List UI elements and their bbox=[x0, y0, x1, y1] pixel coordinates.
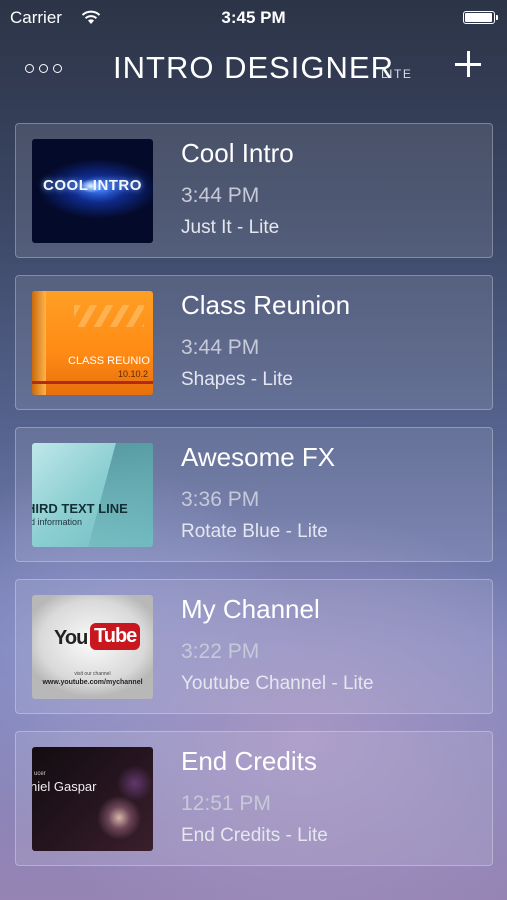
nav-bar: INTRO DESIGNER LITE bbox=[0, 36, 507, 104]
thumbnail-text: COOL INTRO bbox=[43, 177, 142, 194]
battery-icon bbox=[463, 11, 498, 24]
project-template: Rotate Blue - Lite bbox=[181, 521, 328, 542]
youtube-logo-badge: Tube bbox=[90, 623, 141, 650]
thumbnail-band bbox=[32, 381, 153, 384]
app-edition-label: LITE bbox=[381, 67, 413, 81]
project-item-awesome-fx[interactable]: HIRD TEXT LINE d information Awesome FX … bbox=[15, 427, 493, 562]
project-time: 3:22 PM bbox=[181, 640, 260, 663]
project-template: Just It - Lite bbox=[181, 217, 280, 238]
thumbnail-role-text: ucer bbox=[34, 771, 46, 777]
thumbnail-spine bbox=[32, 291, 46, 395]
project-time: 3:36 PM bbox=[181, 488, 260, 511]
thumbnail-url: www.youtube.com/mychannel bbox=[42, 679, 143, 686]
project-title: End Credits bbox=[181, 746, 317, 776]
project-item-class-reunion[interactable]: CLASS REUNIO 10.10.2 Class Reunion 3:44 … bbox=[15, 275, 493, 410]
app-title: INTRO DESIGNER bbox=[113, 50, 394, 85]
thumbnail-pattern bbox=[74, 305, 144, 327]
thumbnail-subtext: d information bbox=[32, 517, 83, 527]
project-item-end-credits[interactable]: ucer niel Gaspar End Credits 12:51 PM En… bbox=[15, 731, 493, 866]
project-list: COOL INTRO Cool Intro 3:44 PM Just It - … bbox=[15, 123, 493, 883]
project-template: Shapes - Lite bbox=[181, 369, 293, 390]
project-thumbnail: ucer niel Gaspar bbox=[32, 747, 153, 851]
battery-level bbox=[465, 13, 492, 22]
thumbnail-date: 10.10.2 bbox=[118, 369, 149, 379]
project-template: Youtube Channel - Lite bbox=[181, 673, 374, 694]
project-title: My Channel bbox=[181, 594, 320, 624]
thumbnail-visit-text: visit our channel bbox=[74, 671, 111, 677]
project-thumbnail: HIRD TEXT LINE d information bbox=[32, 443, 153, 547]
app-title-group: INTRO DESIGNER bbox=[0, 50, 507, 86]
add-project-button[interactable] bbox=[455, 51, 481, 77]
project-thumbnail: COOL INTRO bbox=[32, 139, 153, 243]
project-item-my-channel[interactable]: You Tube visit our channel www.youtube.c… bbox=[15, 579, 493, 714]
status-time: 3:45 PM bbox=[221, 8, 286, 27]
project-time: 3:44 PM bbox=[181, 184, 260, 207]
project-title: Awesome FX bbox=[181, 442, 336, 472]
project-time: 3:44 PM bbox=[181, 336, 260, 359]
thumbnail-text: HIRD TEXT LINE bbox=[32, 501, 128, 516]
thumbnail-panel bbox=[88, 443, 153, 547]
project-thumbnail: You Tube visit our channel www.youtube.c… bbox=[32, 595, 153, 699]
thumbnail-text: CLASS REUNIO bbox=[68, 355, 150, 367]
status-bar: Carrier 3:45 PM bbox=[0, 0, 507, 36]
youtube-logo-text: You bbox=[54, 627, 88, 649]
project-title: Cool Intro bbox=[181, 138, 294, 168]
project-template: End Credits - Lite bbox=[181, 825, 328, 846]
project-title: Class Reunion bbox=[181, 290, 351, 320]
project-time: 12:51 PM bbox=[181, 792, 271, 815]
project-item-cool-intro[interactable]: COOL INTRO Cool Intro 3:44 PM Just It - … bbox=[15, 123, 493, 258]
thumbnail-text: niel Gaspar bbox=[32, 779, 97, 794]
project-thumbnail: CLASS REUNIO 10.10.2 bbox=[32, 291, 153, 395]
